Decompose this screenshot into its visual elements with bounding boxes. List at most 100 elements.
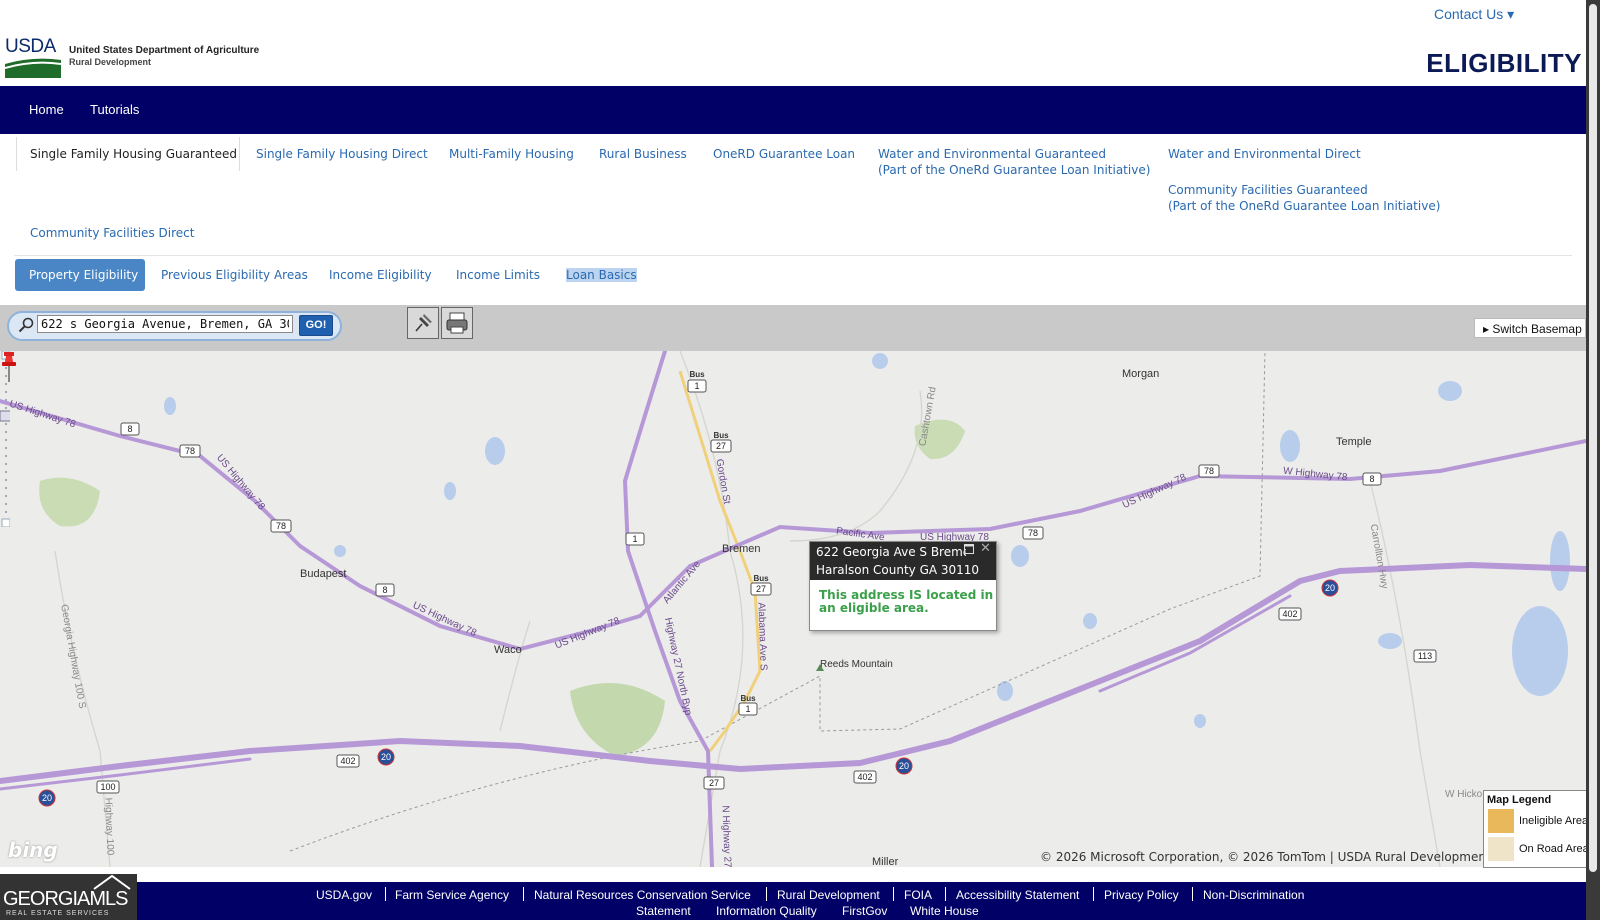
footer-link[interactable]: Non-Discrimination [1203,888,1304,902]
route-shield: 402 [336,754,360,768]
footer-link[interactable]: White House [910,904,979,918]
nav-tutorials[interactable]: Tutorials [90,102,139,117]
route-shield: 27 [703,776,725,790]
route-shield: 402 [853,770,877,784]
caret-right-icon: ▸ [1483,322,1490,336]
tab-label: Water and Environmental Guaranteed [878,147,1107,161]
route-shield: 20 [38,789,56,807]
nav-home[interactable]: Home [29,102,64,117]
footer-link[interactable]: USDA.gov [316,888,372,902]
subtab-income-eligibility[interactable]: Income Eligibility [329,268,432,282]
go-button[interactable]: GO! [299,315,333,336]
subtab-label: Property Eligibility [29,268,139,282]
footer-link[interactable]: Privacy Policy [1104,888,1179,902]
route-shield: 78 [1022,526,1044,540]
tab-single-family-housing-direct[interactable]: Single Family Housing Direct [256,146,428,162]
shield-label: 402 [1282,609,1297,619]
footer-link[interactable]: FOIA [904,888,932,902]
legend-label: On Road Area [1519,843,1586,855]
place-label: Temple [1336,436,1372,448]
shield-label: 78 [185,446,195,456]
popup-address-line1: 622 Georgia Ave S Bremen [816,545,966,559]
map-legend: Map Legend Ineligible Area On Road Area [1483,790,1586,868]
shield-label: 1 [632,534,637,544]
route-shield: 78 [1198,464,1220,478]
map-toolbar: GO! ▸ Switch Basemap [0,305,1586,352]
printer-icon [446,312,468,334]
department-name: United States Department of Agriculture [69,45,260,56]
tab-onerd-guarantee-loan[interactable]: OneRD Guarantee Loan [713,146,855,162]
place-label: Bremen [722,543,761,555]
shield-label: 8 [127,424,132,434]
vertical-scrollbar[interactable] [1586,0,1600,920]
tab-community-facilities-guaranteed[interactable]: Community Facilities Guaranteed (Part of… [1168,182,1440,214]
tab-water-environmental-direct[interactable]: Water and Environmental Direct [1168,146,1361,162]
route-shield: 78 [179,444,201,458]
bus-label: Bus [713,431,729,440]
shield-label: 27 [756,584,766,594]
route-shield: 20 [1321,579,1339,597]
subtab-property-eligibility[interactable]: Property Eligibility [15,259,145,291]
shield-label: 113 [1418,651,1432,661]
footer-link[interactable]: FirstGov [842,904,887,918]
pin-tool-button[interactable] [407,307,439,339]
route-shield: 1 [687,379,707,393]
footer-separator [1192,887,1193,901]
road-label: N Highway 27 [719,805,733,867]
shield-label: 402 [340,756,355,766]
georgia-mls-watermark: GEORGIAMLS REAL ESTATE SERVICES [0,874,137,920]
place-label: Waco [494,644,522,656]
footer-link[interactable]: Natural Resources Conservation Service [534,888,751,902]
print-button[interactable] [441,307,473,339]
shield-label: 8 [1369,474,1374,484]
tab-community-facilities-direct[interactable]: Community Facilities Direct [30,225,194,241]
footer-link[interactable]: Statement [636,904,691,918]
footer-link[interactable]: Information Quality [716,904,817,918]
page: USDA United States Department of Agricul… [0,0,1586,920]
tab-water-environmental-guaranteed[interactable]: Water and Environmental Guaranteed (Part… [878,146,1150,178]
shield-label: 27 [716,441,726,451]
contact-us-link[interactable]: Contact Us ▾ [1434,6,1514,23]
switch-basemap-button[interactable]: ▸ Switch Basemap [1474,318,1586,338]
footer-link[interactable]: Accessibility Statement [956,888,1079,902]
usda-logo[interactable]: USDA [5,36,63,78]
route-shield: 402 [1278,607,1302,621]
shield-label: 402 [857,772,872,782]
subtab-previous-eligibility-areas[interactable]: Previous Eligibility Areas [161,268,308,282]
shield-label: 20 [899,761,909,771]
maximize-icon[interactable] [964,544,974,554]
tab-single-family-housing-guaranteed[interactable]: Single Family Housing Guaranteed [16,137,240,171]
shield-label: 1 [694,381,699,391]
shield-label: 27 [709,778,719,788]
bus-label: Bus [740,694,756,703]
footer-separator [1093,887,1094,901]
route-shield: 20 [377,748,395,766]
close-icon[interactable]: ✕ [980,541,991,556]
tab-multi-family-housing[interactable]: Multi-Family Housing [449,146,574,162]
bus-label: Bus [689,370,705,379]
legend-swatch-on-road [1488,837,1514,861]
map-canvas: 8 78 78 8 1 27 27 1 1 78 78 8 20 402 113… [0,351,1586,867]
scrollbar-thumb[interactable] [1589,4,1597,872]
location-pin-icon[interactable] [0,351,18,383]
subtab-income-limits[interactable]: Income Limits [456,268,540,282]
footer-separator [766,887,767,901]
map-view[interactable]: 8 78 78 8 1 27 27 1 1 78 78 8 20 402 113… [0,351,1586,867]
route-shield: 27 [710,439,732,453]
shield-label: 100 [100,782,115,792]
address-search-input[interactable] [37,315,293,333]
shield-label: 20 [42,793,52,803]
shield-label: 8 [382,585,387,595]
route-shield: 8 [1362,472,1382,486]
route-shield: 1 [625,532,645,546]
eligibility-result: This address IS located in an eligible a… [819,588,994,615]
footer-link[interactable]: Farm Service Agency [395,888,509,902]
road-label: Highway 100 [102,797,116,856]
footer-link[interactable]: Rural Development [777,888,880,902]
subtab-loan-basics[interactable]: Loan Basics [566,268,637,282]
map-attribution: © 2026 Microsoft Corporation, © 2026 Tom… [1040,850,1491,864]
tab-rural-business[interactable]: Rural Business [599,146,687,162]
bus-label: Bus [753,574,769,583]
route-shield: 113 [1413,649,1437,663]
divider [14,255,1572,256]
